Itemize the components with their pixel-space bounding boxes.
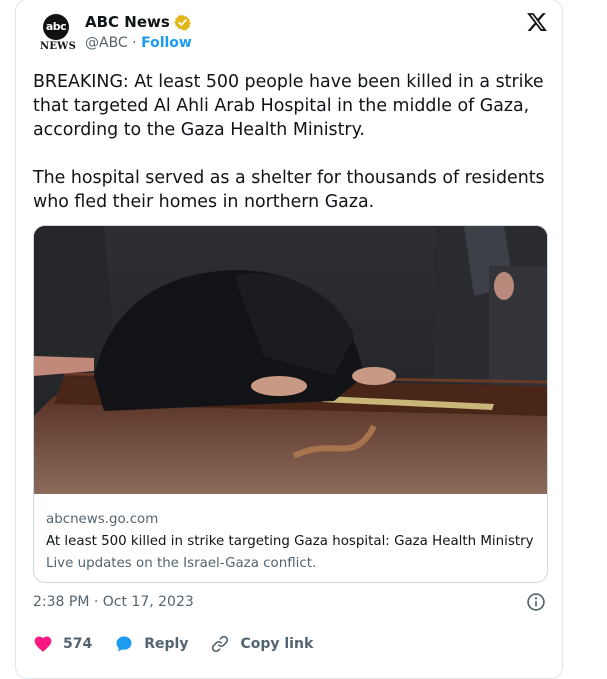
tweet-text: BREAKING: At least 500 people have been … (33, 70, 553, 238)
author-name[interactable]: ABC News (85, 13, 170, 31)
copy-link-label: Copy link (240, 636, 314, 652)
link-icon (212, 635, 229, 653)
follow-button[interactable]: Follow (141, 35, 192, 51)
link-domain: abcnews.go.com (46, 512, 159, 527)
separator-dot: · (132, 35, 137, 51)
avatar[interactable]: abc NEWS (34, 10, 82, 58)
timestamp-row: 2:38 PM · Oct 17, 2023 (33, 592, 548, 614)
link-title: At least 500 killed in strike targeting … (46, 534, 534, 549)
tweet-paragraph: The hospital served as a shelter for tho… (33, 168, 545, 212)
link-preview-card[interactable]: abcnews.go.com At least 500 killed in st… (33, 225, 548, 583)
news-photo (34, 226, 547, 494)
news-photo-image (34, 226, 547, 494)
abc-logo-icon: abc (43, 14, 69, 40)
tweet-actions: 574 Reply Copy link (33, 632, 335, 656)
x-logo-icon[interactable] (526, 11, 548, 33)
like-button[interactable]: 574 (33, 634, 92, 654)
info-icon[interactable] (526, 592, 546, 612)
tweet-timestamp[interactable]: 2:38 PM · Oct 17, 2023 (33, 594, 194, 610)
heart-icon (34, 636, 52, 652)
reply-bubble-icon (116, 636, 132, 652)
tweet-embed-card: abc NEWS ABC News @ABC · Follow BREAKING… (15, 0, 563, 679)
like-count: 574 (63, 636, 93, 652)
reply-button[interactable]: Reply (114, 634, 188, 654)
author-handle-row: @ABC · Follow (85, 35, 192, 51)
author-name-row: ABC News (85, 12, 191, 32)
author-handle[interactable]: @ABC (85, 35, 128, 51)
avatar-news-label: NEWS (39, 41, 76, 52)
tweet-header: abc NEWS ABC News @ABC · Follow (34, 10, 549, 58)
link-preview-meta: abcnews.go.com At least 500 killed in st… (46, 509, 541, 575)
tweet-paragraph: BREAKING: At least 500 people have been … (33, 72, 544, 140)
link-description: Live updates on the Israel-Gaza conflict… (46, 556, 317, 571)
reply-label: Reply (144, 636, 189, 652)
verified-badge-icon (173, 14, 191, 30)
copy-link-button[interactable]: Copy link (210, 634, 313, 654)
